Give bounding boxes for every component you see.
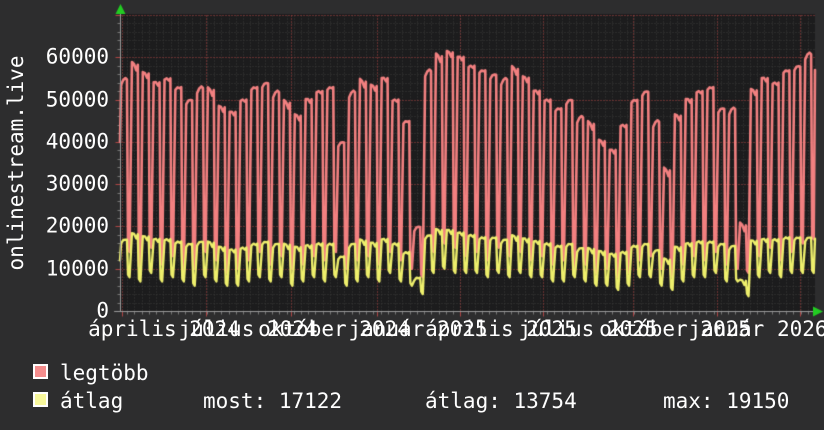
y-tick-label: 20000 (45, 213, 109, 238)
legend-label-atlag: átlag (60, 389, 124, 413)
stat-atlag: átlag: 13754 (425, 389, 577, 413)
y-tick-label: 30000 (45, 171, 109, 196)
y-tick-label: 50000 (45, 87, 109, 112)
rrd-graph: onlinestream.live 60000 50000 40000 30000 20… (0, 0, 824, 430)
y-tick-label: 60000 (45, 44, 109, 69)
stat-most: most: 17122 (203, 389, 343, 413)
y-tick-label: 40000 (45, 129, 109, 154)
legend-swatch-legtobb (33, 364, 48, 379)
legend-swatch-atlag (33, 392, 48, 407)
y-tick-label: 10000 (45, 256, 109, 281)
legend-label-legtobb: legtöbb (60, 361, 149, 385)
stat-max: max: 19150 (663, 389, 790, 413)
vertical-axis-title: onlinestream.live (4, 55, 28, 271)
x-tick-label: január 2026 (688, 317, 824, 341)
